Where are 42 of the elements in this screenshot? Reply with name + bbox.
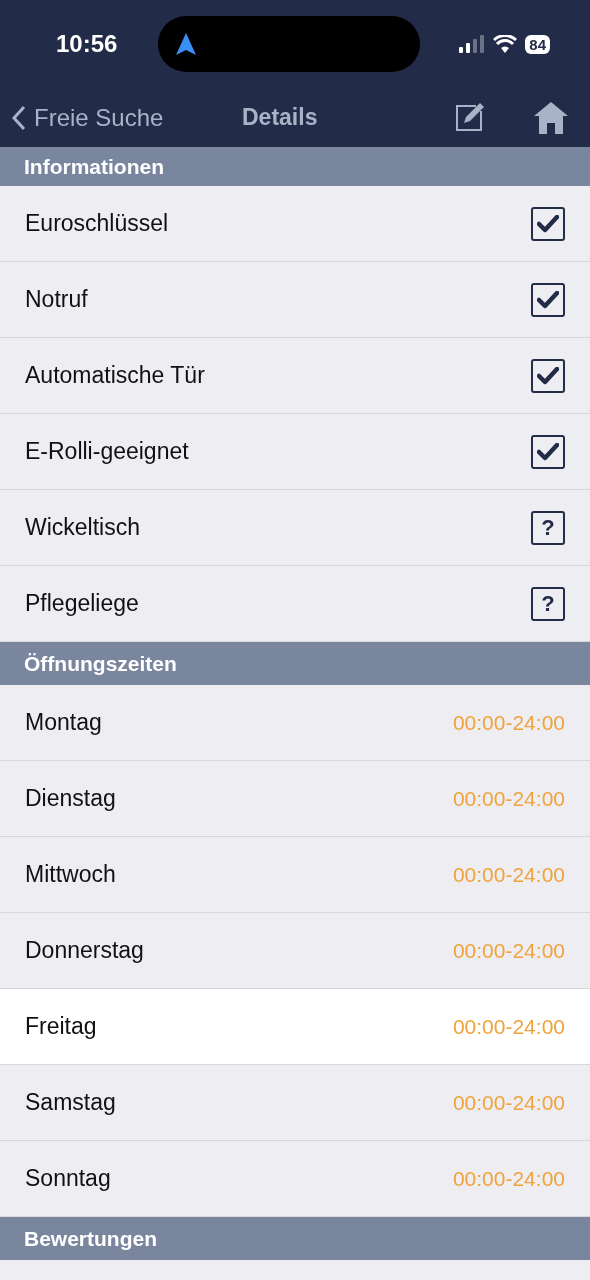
signal-icon bbox=[459, 35, 486, 53]
day-label: Mittwoch bbox=[25, 861, 116, 888]
checkmark-icon bbox=[537, 214, 559, 233]
feature-label: Euroschlüssel bbox=[25, 210, 169, 237]
home-icon bbox=[534, 101, 568, 134]
section-header: Informationen bbox=[0, 147, 590, 186]
day-label: Freitag bbox=[25, 1013, 97, 1040]
day-label: Samstag bbox=[25, 1089, 116, 1116]
hours-row[interactable]: Freitag 00:00-24:00 bbox=[0, 989, 590, 1065]
chevron-left-icon bbox=[12, 104, 26, 131]
checkmark-icon bbox=[537, 366, 559, 385]
feature-label: Wickeltisch bbox=[25, 514, 140, 541]
status-time: 10:56 bbox=[56, 30, 119, 58]
feature-label: Automatische Tür bbox=[25, 362, 205, 389]
hours-text: 00:00-24:00 bbox=[452, 862, 565, 887]
day-label: Donnerstag bbox=[25, 937, 144, 964]
unknown-mark: ? bbox=[531, 510, 565, 545]
hours-text: 00:00-24:00 bbox=[452, 786, 565, 811]
back-button[interactable]: Freie Suche bbox=[12, 103, 242, 132]
hours-text: 00:00-24:00 bbox=[452, 1014, 565, 1039]
section-header: Bewertungen bbox=[0, 1217, 590, 1260]
location-arrow-icon bbox=[176, 33, 196, 55]
unknown-mark: ? bbox=[531, 586, 565, 621]
day-label: Sonntag bbox=[25, 1165, 111, 1192]
feature-label: E-Rolli-geeignet bbox=[25, 438, 189, 465]
section-header: Öffnungszeiten bbox=[0, 642, 590, 685]
hours-text: 00:00-24:00 bbox=[452, 1090, 565, 1115]
checkmark-icon bbox=[537, 442, 559, 461]
wifi-icon bbox=[493, 35, 518, 53]
battery-level: 84 bbox=[525, 34, 550, 54]
home-button[interactable] bbox=[534, 101, 568, 134]
edit-icon bbox=[454, 102, 484, 133]
day-label: Dienstag bbox=[25, 785, 116, 812]
feature-label: Notruf bbox=[25, 286, 88, 313]
day-label: Montag bbox=[25, 709, 102, 736]
edit-button[interactable] bbox=[454, 102, 484, 133]
feature-label: Pflegeliege bbox=[25, 590, 139, 617]
checkmark-icon bbox=[537, 290, 559, 309]
hours-text: 00:00-24:00 bbox=[452, 710, 565, 735]
hours-text: 00:00-24:00 bbox=[452, 938, 565, 963]
hours-text: 00:00-24:00 bbox=[452, 1166, 565, 1191]
page-title: Details bbox=[242, 104, 318, 131]
